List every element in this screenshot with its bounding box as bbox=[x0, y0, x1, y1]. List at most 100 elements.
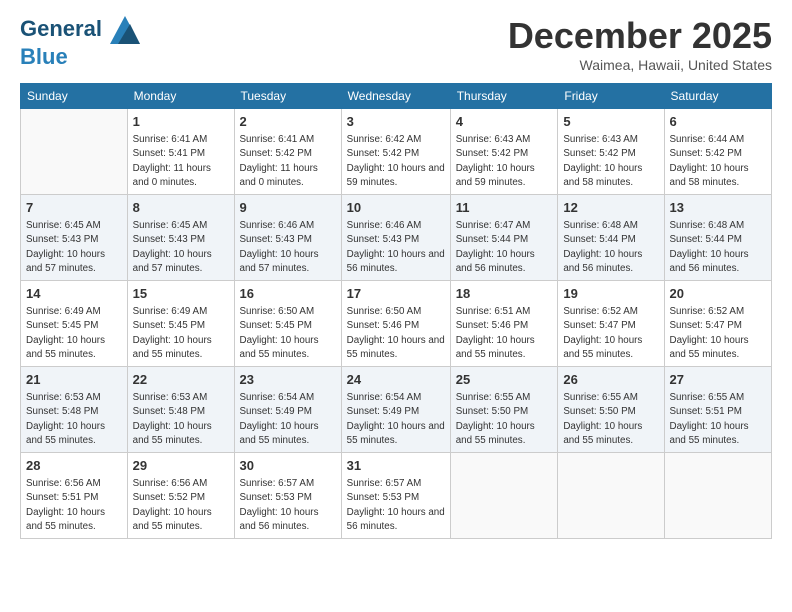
day-number: 5 bbox=[563, 113, 658, 131]
table-row: 10 Sunrise: 6:46 AM Sunset: 5:43 PM Dayli… bbox=[341, 195, 450, 281]
day-info: Sunrise: 6:46 AM Sunset: 5:43 PM Dayligh… bbox=[347, 219, 445, 276]
day-number: 27 bbox=[670, 371, 766, 389]
table-row: 21 Sunrise: 6:53 AM Sunset: 5:48 PM Dayli… bbox=[21, 367, 128, 453]
day-number: 26 bbox=[563, 371, 658, 389]
table-row: 14 Sunrise: 6:49 AM Sunset: 5:45 PM Dayli… bbox=[21, 281, 128, 367]
day-number: 6 bbox=[670, 113, 766, 131]
page-container: General Blue December 2025 Waimea, Hawai… bbox=[0, 0, 792, 549]
day-number: 9 bbox=[240, 199, 336, 217]
logo-line1: General bbox=[20, 16, 102, 41]
table-row: 12 Sunrise: 6:48 AM Sunset: 5:44 PM Dayli… bbox=[558, 195, 664, 281]
day-info: Sunrise: 6:48 AM Sunset: 5:44 PM Dayligh… bbox=[670, 219, 766, 276]
day-number: 2 bbox=[240, 113, 336, 131]
month-title: December 2025 bbox=[508, 15, 772, 57]
day-info: Sunrise: 6:45 AM Sunset: 5:43 PM Dayligh… bbox=[26, 219, 122, 276]
table-row: 19 Sunrise: 6:52 AM Sunset: 5:47 PM Dayli… bbox=[558, 281, 664, 367]
calendar-header-row: Sunday Monday Tuesday Wednesday Thursday… bbox=[21, 84, 772, 109]
day-info: Sunrise: 6:55 AM Sunset: 5:50 PM Dayligh… bbox=[456, 391, 553, 448]
table-row: 3 Sunrise: 6:42 AM Sunset: 5:42 PM Daylig… bbox=[341, 109, 450, 195]
day-info: Sunrise: 6:52 AM Sunset: 5:47 PM Dayligh… bbox=[563, 305, 658, 362]
day-info: Sunrise: 6:55 AM Sunset: 5:50 PM Dayligh… bbox=[563, 391, 658, 448]
day-info: Sunrise: 6:54 AM Sunset: 5:49 PM Dayligh… bbox=[240, 391, 336, 448]
day-info: Sunrise: 6:46 AM Sunset: 5:43 PM Dayligh… bbox=[240, 219, 336, 276]
table-row: 1 Sunrise: 6:41 AM Sunset: 5:41 PM Daylig… bbox=[127, 109, 234, 195]
day-number: 24 bbox=[347, 371, 445, 389]
table-row bbox=[664, 453, 771, 539]
logo-icon bbox=[110, 15, 140, 45]
table-row: 27 Sunrise: 6:55 AM Sunset: 5:51 PM Dayli… bbox=[664, 367, 771, 453]
col-wednesday: Wednesday bbox=[341, 84, 450, 109]
table-row: 29Sunrise: 6:56 AM Sunset: 5:52 PM Dayli… bbox=[127, 453, 234, 539]
day-number: 23 bbox=[240, 371, 336, 389]
header: General Blue December 2025 Waimea, Hawai… bbox=[20, 15, 772, 73]
day-info: Sunrise: 6:49 AM Sunset: 5:45 PM Dayligh… bbox=[133, 305, 229, 362]
day-number: 8 bbox=[133, 199, 229, 217]
day-number: 30 bbox=[240, 457, 336, 475]
day-number: 31 bbox=[347, 457, 445, 475]
table-row: 17Sunrise: 6:50 AM Sunset: 5:46 PM Dayli… bbox=[341, 281, 450, 367]
table-row: 2 Sunrise: 6:41 AM Sunset: 5:42 PM Daylig… bbox=[234, 109, 341, 195]
table-row: 8 Sunrise: 6:45 AM Sunset: 5:43 PM Daylig… bbox=[127, 195, 234, 281]
day-info: Sunrise: 6:52 AM Sunset: 5:47 PM Dayligh… bbox=[670, 305, 766, 362]
day-number: 1 bbox=[133, 113, 229, 131]
day-info: Sunrise: 6:49 AM Sunset: 5:45 PM Dayligh… bbox=[26, 305, 122, 362]
table-row: 9 Sunrise: 6:46 AM Sunset: 5:43 PM Daylig… bbox=[234, 195, 341, 281]
day-info: Sunrise: 6:42 AM Sunset: 5:42 PM Dayligh… bbox=[347, 133, 445, 190]
day-number: 16 bbox=[240, 285, 336, 303]
day-info: Sunrise: 6:43 AM Sunset: 5:42 PM Dayligh… bbox=[563, 133, 658, 190]
col-saturday: Saturday bbox=[664, 84, 771, 109]
table-row: 15 Sunrise: 6:49 AM Sunset: 5:45 PM Dayli… bbox=[127, 281, 234, 367]
day-number: 18 bbox=[456, 285, 553, 303]
table-row bbox=[21, 109, 128, 195]
day-number: 19 bbox=[563, 285, 658, 303]
col-monday: Monday bbox=[127, 84, 234, 109]
col-tuesday: Tuesday bbox=[234, 84, 341, 109]
col-sunday: Sunday bbox=[21, 84, 128, 109]
day-info: Sunrise: 6:47 AM Sunset: 5:44 PM Dayligh… bbox=[456, 219, 553, 276]
table-row: 28 Sunrise: 6:56 AM Sunset: 5:51 PM Dayli… bbox=[21, 453, 128, 539]
day-info: Sunrise: 6:53 AM Sunset: 5:48 PM Dayligh… bbox=[26, 391, 122, 448]
day-info: Sunrise: 6:43 AM Sunset: 5:42 PM Dayligh… bbox=[456, 133, 553, 190]
table-row: 25Sunrise: 6:55 AM Sunset: 5:50 PM Dayli… bbox=[450, 367, 558, 453]
day-info: Sunrise: 6:57 AM Sunset: 5:53 PM Dayligh… bbox=[240, 477, 336, 534]
day-number: 10 bbox=[347, 199, 445, 217]
table-row: 22Sunrise: 6:53 AM Sunset: 5:48 PM Dayli… bbox=[127, 367, 234, 453]
day-info: Sunrise: 6:44 AM Sunset: 5:42 PM Dayligh… bbox=[670, 133, 766, 190]
col-friday: Friday bbox=[558, 84, 664, 109]
table-row: 6 Sunrise: 6:44 AM Sunset: 5:42 PM Daylig… bbox=[664, 109, 771, 195]
day-number: 14 bbox=[26, 285, 122, 303]
day-number: 20 bbox=[670, 285, 766, 303]
day-info: Sunrise: 6:50 AM Sunset: 5:45 PM Dayligh… bbox=[240, 305, 336, 362]
day-info: Sunrise: 6:56 AM Sunset: 5:51 PM Dayligh… bbox=[26, 477, 122, 534]
location: Waimea, Hawaii, United States bbox=[508, 57, 772, 73]
day-info: Sunrise: 6:41 AM Sunset: 5:41 PM Dayligh… bbox=[133, 133, 229, 190]
day-info: Sunrise: 6:54 AM Sunset: 5:49 PM Dayligh… bbox=[347, 391, 445, 448]
table-row: 26 Sunrise: 6:55 AM Sunset: 5:50 PM Dayli… bbox=[558, 367, 664, 453]
day-info: Sunrise: 6:41 AM Sunset: 5:42 PM Dayligh… bbox=[240, 133, 336, 190]
day-info: Sunrise: 6:51 AM Sunset: 5:46 PM Dayligh… bbox=[456, 305, 553, 362]
title-block: December 2025 Waimea, Hawaii, United Sta… bbox=[508, 15, 772, 73]
table-row: 18 Sunrise: 6:51 AM Sunset: 5:46 PM Dayli… bbox=[450, 281, 558, 367]
day-number: 13 bbox=[670, 199, 766, 217]
day-info: Sunrise: 6:56 AM Sunset: 5:52 PM Dayligh… bbox=[133, 477, 229, 534]
table-row: 24 Sunrise: 6:54 AM Sunset: 5:49 PM Dayli… bbox=[341, 367, 450, 453]
day-number: 12 bbox=[563, 199, 658, 217]
table-row: 5 Sunrise: 6:43 AM Sunset: 5:42 PM Daylig… bbox=[558, 109, 664, 195]
day-info: Sunrise: 6:45 AM Sunset: 5:43 PM Dayligh… bbox=[133, 219, 229, 276]
day-info: Sunrise: 6:55 AM Sunset: 5:51 PM Dayligh… bbox=[670, 391, 766, 448]
table-row: 23 Sunrise: 6:54 AM Sunset: 5:49 PM Dayli… bbox=[234, 367, 341, 453]
table-row: 7 Sunrise: 6:45 AM Sunset: 5:43 PM Daylig… bbox=[21, 195, 128, 281]
day-info: Sunrise: 6:53 AM Sunset: 5:48 PM Dayligh… bbox=[133, 391, 229, 448]
day-number: 28 bbox=[26, 457, 122, 475]
day-info: Sunrise: 6:48 AM Sunset: 5:44 PM Dayligh… bbox=[563, 219, 658, 276]
day-number: 21 bbox=[26, 371, 122, 389]
table-row: 30 Sunrise: 6:57 AM Sunset: 5:53 PM Dayli… bbox=[234, 453, 341, 539]
day-number: 17 bbox=[347, 285, 445, 303]
calendar: Sunday Monday Tuesday Wednesday Thursday… bbox=[20, 83, 772, 539]
table-row bbox=[450, 453, 558, 539]
table-row: 16 Sunrise: 6:50 AM Sunset: 5:45 PM Dayli… bbox=[234, 281, 341, 367]
day-info: Sunrise: 6:57 AM Sunset: 5:53 PM Dayligh… bbox=[347, 477, 445, 534]
day-number: 15 bbox=[133, 285, 229, 303]
day-number: 7 bbox=[26, 199, 122, 217]
day-number: 3 bbox=[347, 113, 445, 131]
